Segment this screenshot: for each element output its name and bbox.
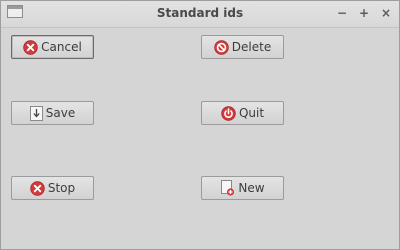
quit-button[interactable]: Quit	[201, 101, 284, 125]
new-document-icon	[220, 180, 235, 196]
app-window: Standard ids − + × Cancel Delete Save Qu…	[0, 0, 400, 250]
power-icon	[221, 105, 236, 121]
cancel-icon	[23, 39, 38, 55]
save-icon	[29, 105, 43, 121]
stop-icon	[30, 180, 45, 196]
title-bar[interactable]: Standard ids − + ×	[1, 1, 399, 28]
close-icon[interactable]: ×	[377, 4, 395, 22]
delete-button-label: Delete	[231, 40, 272, 54]
cancel-button[interactable]: Cancel	[11, 35, 94, 59]
delete-icon	[214, 39, 229, 55]
delete-button[interactable]: Delete	[201, 35, 284, 59]
save-button-label: Save	[45, 106, 76, 120]
stop-button[interactable]: Stop	[11, 176, 94, 200]
maximize-icon[interactable]: +	[355, 4, 373, 22]
quit-button-label: Quit	[238, 106, 265, 120]
new-button-label: New	[238, 181, 265, 195]
stop-button-label: Stop	[47, 181, 76, 195]
new-button[interactable]: New	[201, 176, 284, 200]
save-button[interactable]: Save	[11, 101, 94, 125]
minimize-icon[interactable]: −	[333, 4, 351, 22]
cancel-button-label: Cancel	[41, 40, 82, 54]
